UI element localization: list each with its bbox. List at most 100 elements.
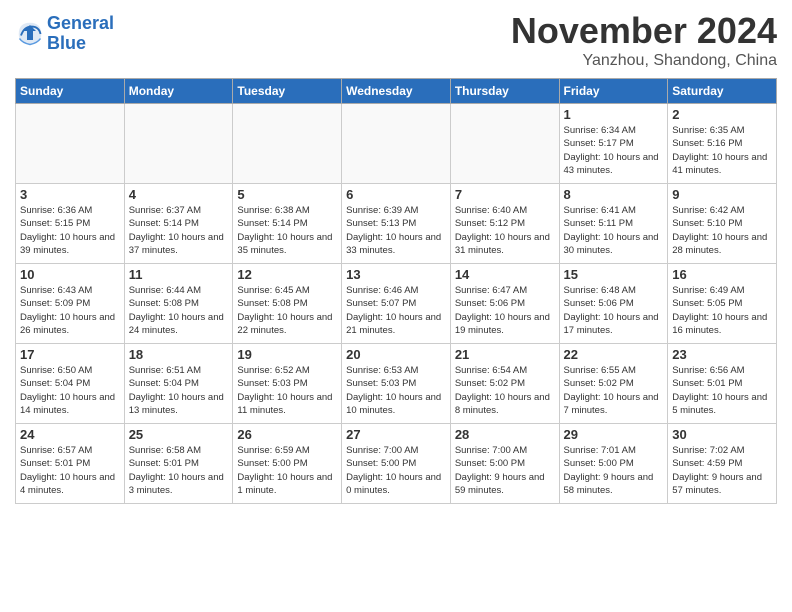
day-number: 21 [455, 347, 555, 362]
weekday-header-sunday: Sunday [16, 79, 125, 104]
calendar-cell [124, 104, 233, 184]
day-number: 14 [455, 267, 555, 282]
day-number: 19 [237, 347, 337, 362]
calendar-cell: 21 Sunrise: 6:54 AM Sunset: 5:02 PM Dayli… [450, 344, 559, 424]
calendar-cell: 7 Sunrise: 6:40 AM Sunset: 5:12 PM Daylig… [450, 184, 559, 264]
day-info: Sunrise: 6:49 AM Sunset: 5:05 PM Dayligh… [672, 284, 772, 337]
day-number: 16 [672, 267, 772, 282]
day-number: 27 [346, 427, 446, 442]
day-info: Sunrise: 6:38 AM Sunset: 5:14 PM Dayligh… [237, 204, 337, 257]
day-number: 5 [237, 187, 337, 202]
calendar-week-2: 10 Sunrise: 6:43 AM Sunset: 5:09 PM Dayli… [16, 264, 777, 344]
day-number: 17 [20, 347, 120, 362]
calendar-cell: 1 Sunrise: 6:34 AM Sunset: 5:17 PM Daylig… [559, 104, 668, 184]
day-info: Sunrise: 7:02 AM Sunset: 4:59 PM Dayligh… [672, 444, 772, 497]
weekday-header-saturday: Saturday [668, 79, 777, 104]
day-info: Sunrise: 6:53 AM Sunset: 5:03 PM Dayligh… [346, 364, 446, 417]
calendar-cell: 22Sunrise: 6:55 AM Sunset: 5:02 PM Dayli… [559, 344, 668, 424]
calendar-cell [450, 104, 559, 184]
day-info: Sunrise: 7:00 AM Sunset: 5:00 PM Dayligh… [346, 444, 446, 497]
calendar-cell: 26Sunrise: 6:59 AM Sunset: 5:00 PM Dayli… [233, 424, 342, 504]
calendar-cell: 13 Sunrise: 6:46 AM Sunset: 5:07 PM Dayli… [342, 264, 451, 344]
day-info: Sunrise: 6:39 AM Sunset: 5:13 PM Dayligh… [346, 204, 446, 257]
day-number: 28 [455, 427, 555, 442]
logo-icon [15, 19, 45, 49]
calendar-cell: 18Sunrise: 6:51 AM Sunset: 5:04 PM Dayli… [124, 344, 233, 424]
day-number: 18 [129, 347, 229, 362]
logo-line1: General [47, 13, 114, 33]
weekday-header-row: SundayMondayTuesdayWednesdayThursdayFrid… [16, 79, 777, 104]
calendar-cell: 5 Sunrise: 6:38 AM Sunset: 5:14 PM Daylig… [233, 184, 342, 264]
calendar-week-0: 1 Sunrise: 6:34 AM Sunset: 5:17 PM Daylig… [16, 104, 777, 184]
day-info: Sunrise: 6:42 AM Sunset: 5:10 PM Dayligh… [672, 204, 772, 257]
day-number: 2 [672, 107, 772, 122]
weekday-header-friday: Friday [559, 79, 668, 104]
day-info: Sunrise: 6:37 AM Sunset: 5:14 PM Dayligh… [129, 204, 229, 257]
calendar-cell [16, 104, 125, 184]
day-info: Sunrise: 7:01 AM Sunset: 5:00 PM Dayligh… [564, 444, 664, 497]
day-info: Sunrise: 6:55 AM Sunset: 5:02 PM Dayligh… [564, 364, 664, 417]
day-info: Sunrise: 6:58 AM Sunset: 5:01 PM Dayligh… [129, 444, 229, 497]
day-info: Sunrise: 6:48 AM Sunset: 5:06 PM Dayligh… [564, 284, 664, 337]
day-number: 23 [672, 347, 772, 362]
day-number: 1 [564, 107, 664, 122]
calendar-cell: 12Sunrise: 6:45 AM Sunset: 5:08 PM Dayli… [233, 264, 342, 344]
day-info: Sunrise: 6:47 AM Sunset: 5:06 PM Dayligh… [455, 284, 555, 337]
calendar-cell: 4 Sunrise: 6:37 AM Sunset: 5:14 PM Daylig… [124, 184, 233, 264]
calendar-cell [342, 104, 451, 184]
day-number: 11 [129, 267, 229, 282]
calendar-cell: 23Sunrise: 6:56 AM Sunset: 5:01 PM Dayli… [668, 344, 777, 424]
calendar-cell: 10 Sunrise: 6:43 AM Sunset: 5:09 PM Dayli… [16, 264, 125, 344]
calendar-cell: 6 Sunrise: 6:39 AM Sunset: 5:13 PM Daylig… [342, 184, 451, 264]
day-number: 3 [20, 187, 120, 202]
weekday-header-thursday: Thursday [450, 79, 559, 104]
calendar-cell: 24 Sunrise: 6:57 AM Sunset: 5:01 PM Dayli… [16, 424, 125, 504]
day-info: Sunrise: 6:52 AM Sunset: 5:03 PM Dayligh… [237, 364, 337, 417]
day-number: 25 [129, 427, 229, 442]
header: General Blue November 2024 Yanzhou, Shan… [15, 10, 777, 70]
day-number: 13 [346, 267, 446, 282]
day-number: 26 [237, 427, 337, 442]
day-info: Sunrise: 6:40 AM Sunset: 5:12 PM Dayligh… [455, 204, 555, 257]
logo-line2: Blue [47, 33, 86, 53]
day-info: Sunrise: 6:43 AM Sunset: 5:09 PM Dayligh… [20, 284, 120, 337]
calendar-cell: 29 Sunrise: 7:01 AM Sunset: 5:00 PM Dayli… [559, 424, 668, 504]
logo: General Blue [15, 14, 114, 54]
calendar-cell: 20 Sunrise: 6:53 AM Sunset: 5:03 PM Dayli… [342, 344, 451, 424]
logo-text: General Blue [47, 14, 114, 54]
weekday-header-wednesday: Wednesday [342, 79, 451, 104]
calendar-cell: 16 Sunrise: 6:49 AM Sunset: 5:05 PM Dayli… [668, 264, 777, 344]
location-title: Yanzhou, Shandong, China [511, 52, 777, 70]
calendar-body: 1 Sunrise: 6:34 AM Sunset: 5:17 PM Daylig… [16, 104, 777, 504]
calendar-week-4: 24 Sunrise: 6:57 AM Sunset: 5:01 PM Dayli… [16, 424, 777, 504]
day-info: Sunrise: 6:36 AM Sunset: 5:15 PM Dayligh… [20, 204, 120, 257]
calendar-cell: 11 Sunrise: 6:44 AM Sunset: 5:08 PM Dayli… [124, 264, 233, 344]
day-info: Sunrise: 6:50 AM Sunset: 5:04 PM Dayligh… [20, 364, 120, 417]
day-number: 15 [564, 267, 664, 282]
day-info: Sunrise: 6:45 AM Sunset: 5:08 PM Dayligh… [237, 284, 337, 337]
day-number: 7 [455, 187, 555, 202]
day-number: 10 [20, 267, 120, 282]
calendar-cell: 9Sunrise: 6:42 AM Sunset: 5:10 PM Daylig… [668, 184, 777, 264]
calendar-cell: 14 Sunrise: 6:47 AM Sunset: 5:06 PM Dayli… [450, 264, 559, 344]
day-number: 6 [346, 187, 446, 202]
day-info: Sunrise: 6:35 AM Sunset: 5:16 PM Dayligh… [672, 124, 772, 177]
day-number: 29 [564, 427, 664, 442]
calendar-cell: 17 Sunrise: 6:50 AM Sunset: 5:04 PM Dayli… [16, 344, 125, 424]
day-info: Sunrise: 6:41 AM Sunset: 5:11 PM Dayligh… [564, 204, 664, 257]
calendar-week-1: 3 Sunrise: 6:36 AM Sunset: 5:15 PM Daylig… [16, 184, 777, 264]
day-number: 24 [20, 427, 120, 442]
day-info: Sunrise: 6:46 AM Sunset: 5:07 PM Dayligh… [346, 284, 446, 337]
day-number: 20 [346, 347, 446, 362]
day-info: Sunrise: 6:34 AM Sunset: 5:17 PM Dayligh… [564, 124, 664, 177]
weekday-header-tuesday: Tuesday [233, 79, 342, 104]
calendar-cell: 3 Sunrise: 6:36 AM Sunset: 5:15 PM Daylig… [16, 184, 125, 264]
day-info: Sunrise: 6:57 AM Sunset: 5:01 PM Dayligh… [20, 444, 120, 497]
day-info: Sunrise: 6:54 AM Sunset: 5:02 PM Dayligh… [455, 364, 555, 417]
calendar-cell: 27 Sunrise: 7:00 AM Sunset: 5:00 PM Dayli… [342, 424, 451, 504]
day-number: 30 [672, 427, 772, 442]
day-info: Sunrise: 7:00 AM Sunset: 5:00 PM Dayligh… [455, 444, 555, 497]
weekday-header-monday: Monday [124, 79, 233, 104]
day-number: 4 [129, 187, 229, 202]
day-info: Sunrise: 6:44 AM Sunset: 5:08 PM Dayligh… [129, 284, 229, 337]
